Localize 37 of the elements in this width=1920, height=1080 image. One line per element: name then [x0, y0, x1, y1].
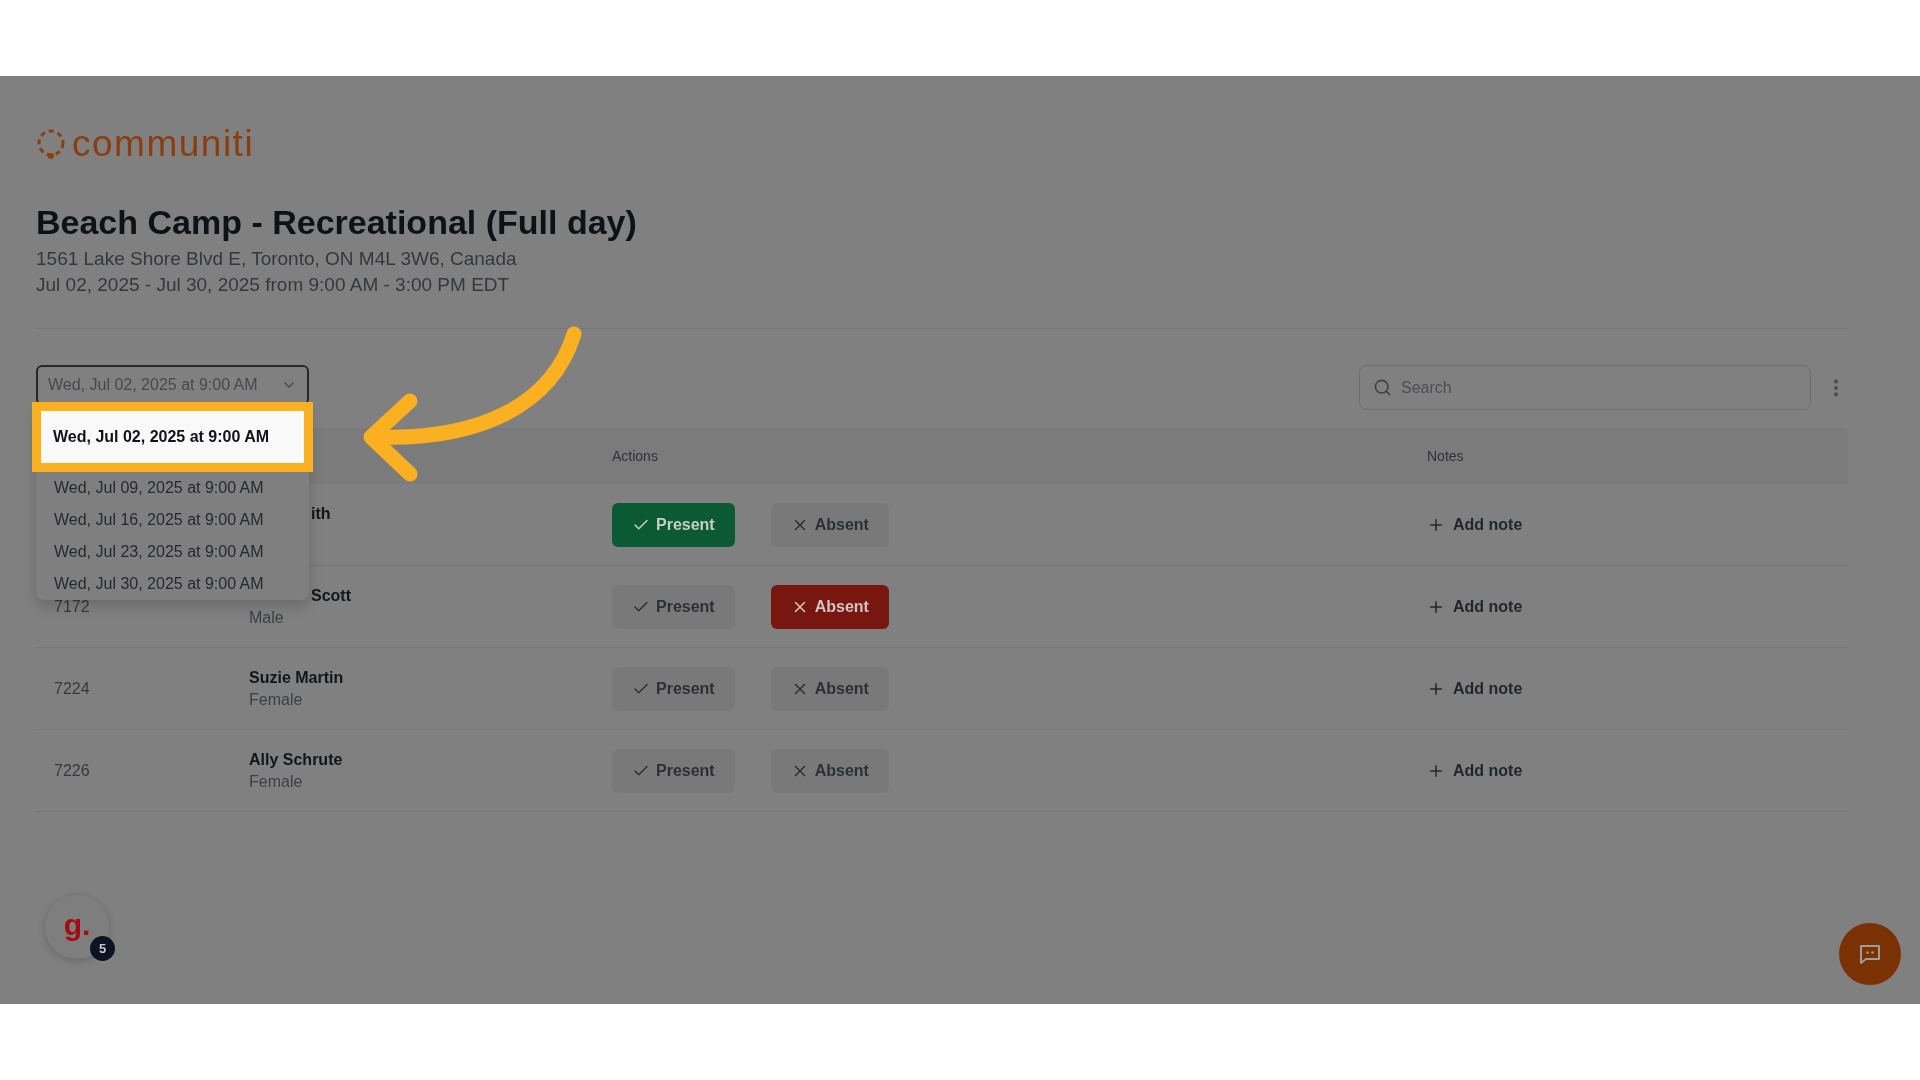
- absent-button[interactable]: Absent: [770, 584, 889, 629]
- menu-option[interactable]: Wed, Jul 16, 2025 at 9:00 AM: [36, 504, 309, 536]
- present-button[interactable]: Present: [612, 502, 735, 547]
- logo-icon: [36, 128, 66, 160]
- event-address: 1561 Lake Shore Blvd E, Toronto, ON M4L 3W6, Canada: [36, 247, 517, 271]
- event-schedule: Jul 02, 2025 - Jul 30, 2025 from 9:00 AM - 3:00 PM EDT: [36, 273, 510, 297]
- column-header: Notes: [1427, 448, 1464, 464]
- participant-gender: Male: [249, 607, 284, 628]
- participant-gender: Female: [249, 771, 303, 792]
- absent-button[interactable]: Absent: [770, 666, 889, 711]
- participant-name: Scott: [311, 585, 351, 606]
- add-note-button[interactable]: Add note: [1427, 758, 1523, 783]
- table-cell: 7226: [54, 761, 90, 779]
- present-button[interactable]: Present: [612, 584, 735, 629]
- add-note-button[interactable]: Add note: [1427, 594, 1523, 619]
- column-header: Actions: [612, 448, 658, 464]
- menu-option[interactable]: Wed, Jul 30, 2025 at 9:00 AM: [36, 568, 309, 600]
- table-cell: 7172: [54, 597, 90, 615]
- absent-button[interactable]: Absent: [770, 748, 889, 793]
- participant-name: Ally Schrute: [249, 749, 343, 770]
- chat-icon: [1858, 942, 1882, 966]
- menu-option[interactable]: Wed, Jul 02, 2025 at 9:00 AM: [32, 402, 313, 472]
- menu-option[interactable]: Wed, Jul 23, 2025 at 9:00 AM: [36, 536, 309, 568]
- count-badge: 5: [90, 936, 115, 961]
- menu-option[interactable]: Wed, Jul 09, 2025 at 9:00 AM: [36, 472, 309, 504]
- participant-name: ith: [311, 503, 331, 524]
- absent-button[interactable]: Absent: [770, 502, 889, 547]
- participant-name: Suzie Martin: [249, 667, 344, 688]
- add-note-button[interactable]: Add note: [1427, 676, 1523, 701]
- present-button[interactable]: Present: [612, 748, 735, 793]
- logo-text: communiti: [72, 126, 255, 162]
- table-cell: 7224: [54, 679, 90, 697]
- participant-gender: Female: [249, 689, 303, 710]
- search-icon: [1373, 378, 1392, 397]
- event-title: Beach Camp - Recreational (Full day): [36, 202, 637, 242]
- present-button[interactable]: Present: [612, 666, 735, 711]
- add-note-button[interactable]: Add note: [1427, 512, 1523, 537]
